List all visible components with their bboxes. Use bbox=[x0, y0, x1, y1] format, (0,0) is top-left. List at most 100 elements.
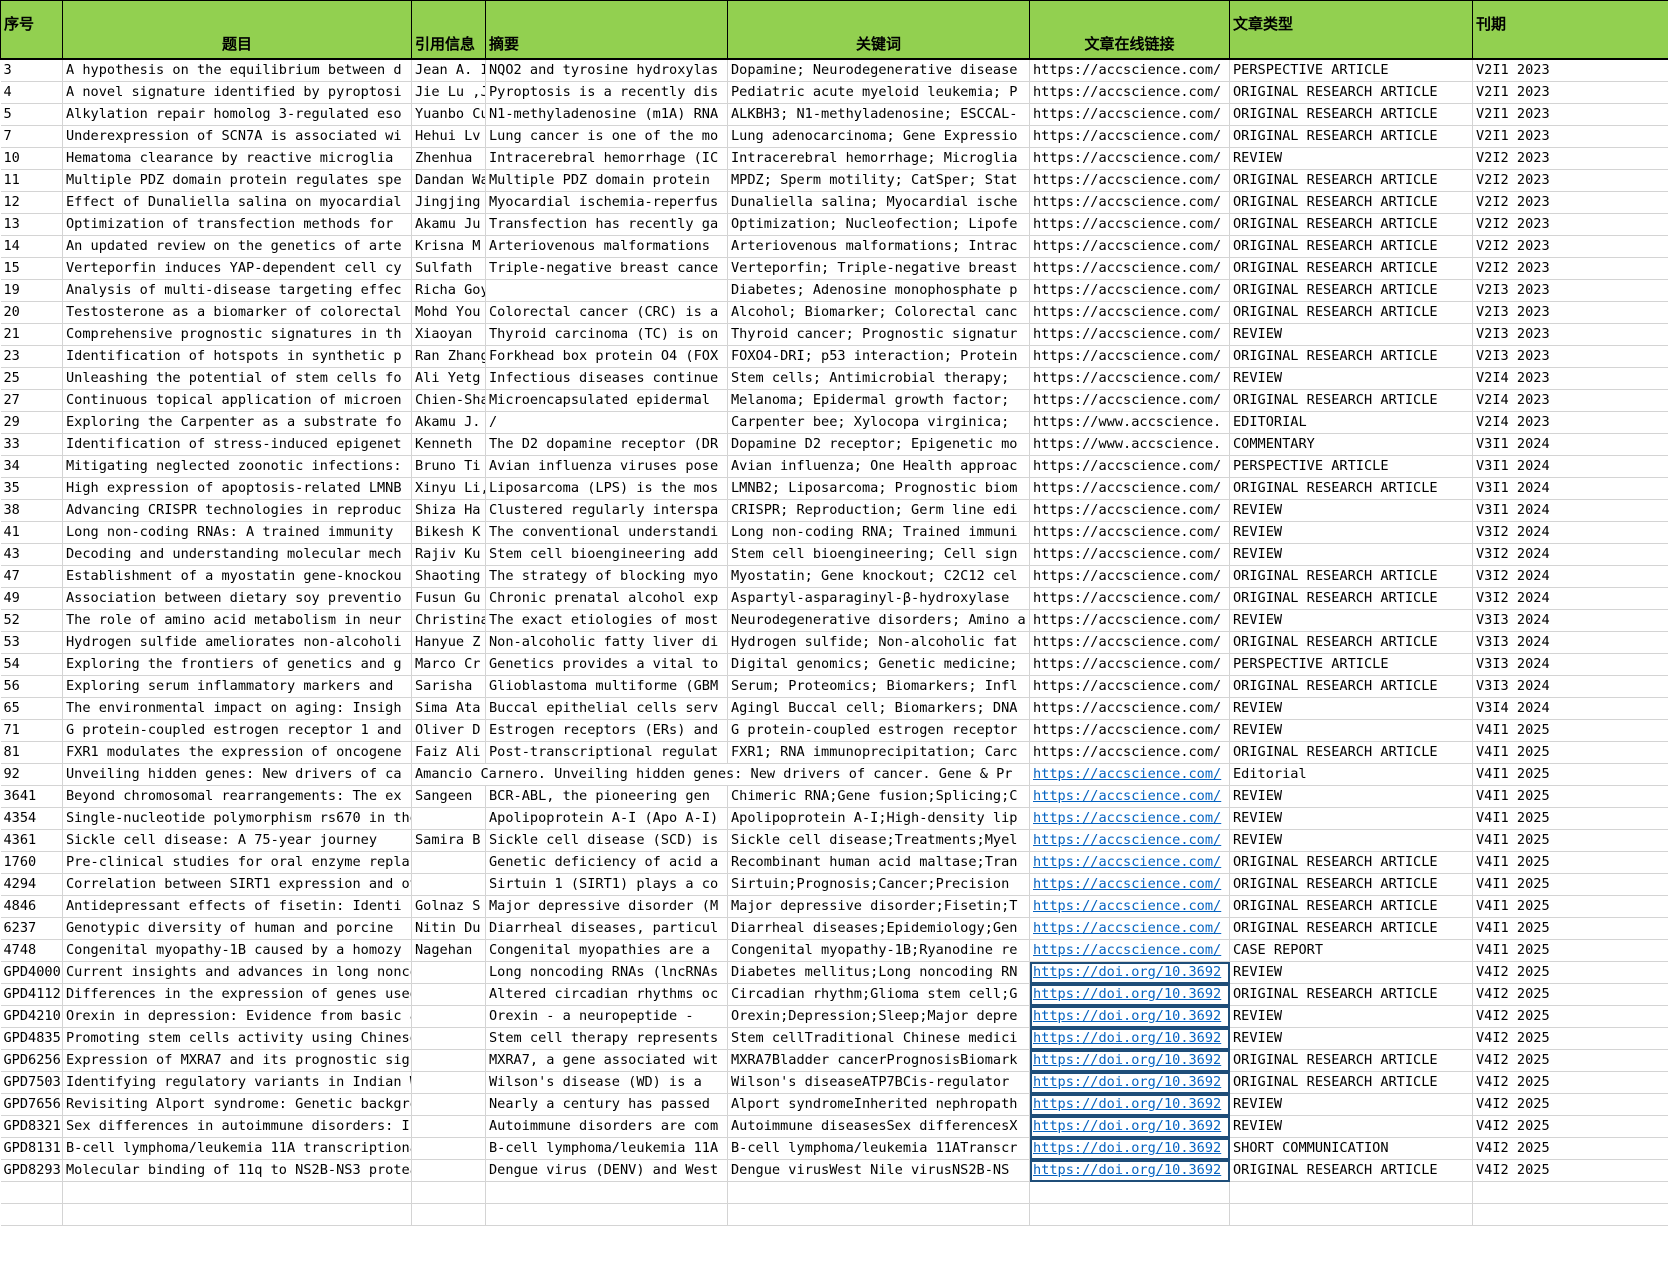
cell-link[interactable]: https://accscience.com/ bbox=[1029, 829, 1230, 852]
cell-type[interactable]: ORIGINAL RESEARCH ARTICLE bbox=[1229, 587, 1473, 610]
cell-index[interactable]: 41 bbox=[0, 521, 63, 544]
cell-abstract[interactable]: Forkhead box protein O4 (FOX bbox=[485, 345, 728, 368]
cell-citation[interactable]: Golnaz S bbox=[411, 895, 486, 918]
cell-index[interactable]: 4846 bbox=[0, 895, 63, 918]
cell-link[interactable]: https://accscience.com/ bbox=[1029, 169, 1230, 192]
cell-title[interactable]: Advancing CRISPR technologies in reprodu… bbox=[62, 499, 412, 522]
cell-issue[interactable]: V3I3 2024 bbox=[1472, 675, 1668, 698]
cell-keywords[interactable]: Neurodegenerative disorders; Amino a bbox=[727, 609, 1030, 632]
cell-issue[interactable]: V4I1 2025 bbox=[1472, 719, 1668, 742]
cell-index[interactable]: 14 bbox=[0, 235, 63, 258]
cell-title[interactable]: Optimization of transfection methods for bbox=[62, 213, 412, 236]
cell-title[interactable]: Underexpression of SCN7A is associated w… bbox=[62, 125, 412, 148]
cell-type[interactable]: ORIGINAL RESEARCH ARTICLE bbox=[1229, 1071, 1473, 1094]
header-cell-index[interactable]: 序号 bbox=[0, 0, 63, 60]
cell-citation[interactable] bbox=[411, 1137, 486, 1160]
cell-issue[interactable]: V4I1 2025 bbox=[1472, 829, 1668, 852]
cell-link[interactable]: https://doi.org/10.3692 bbox=[1029, 1049, 1230, 1072]
cell-type[interactable]: ORIGINAL RESEARCH ARTICLE bbox=[1229, 983, 1473, 1006]
cell-index[interactable]: 15 bbox=[0, 257, 63, 280]
cell-citation[interactable]: Ran Zhang bbox=[411, 345, 486, 368]
cell-title[interactable]: Expression of MXRA7 and its prognostic s… bbox=[62, 1049, 412, 1072]
cell-type[interactable]: REVIEW bbox=[1229, 1027, 1473, 1050]
cell-index[interactable]: 20 bbox=[0, 301, 63, 324]
cell-title[interactable]: Unleashing the potential of stem cells f… bbox=[62, 367, 412, 390]
empty-cell[interactable] bbox=[1029, 1181, 1230, 1204]
cell-type[interactable]: ORIGINAL RESEARCH ARTICLE bbox=[1229, 675, 1473, 698]
cell-citation[interactable]: Kenneth bbox=[411, 433, 486, 456]
cell-keywords[interactable]: Optimization; Nucleofection; Lipofe bbox=[727, 213, 1030, 236]
cell-keywords[interactable]: Aspartyl-asparaginyl-β-hydroxylase bbox=[727, 587, 1030, 610]
cell-link[interactable]: https://accscience.com/ bbox=[1029, 543, 1230, 566]
cell-index[interactable]: 13 bbox=[0, 213, 63, 236]
cell-citation[interactable]: Mohd You bbox=[411, 301, 486, 324]
cell-index[interactable]: 29 bbox=[0, 411, 63, 434]
cell-abstract[interactable]: Intracerebral hemorrhage (IC bbox=[485, 147, 728, 170]
cell-abstract[interactable]: Congenital myopathies are a bbox=[485, 939, 728, 962]
cell-keywords[interactable]: Stem cell bioengineering; Cell sign bbox=[727, 543, 1030, 566]
cell-type[interactable]: ORIGINAL RESEARCH ARTICLE bbox=[1229, 851, 1473, 874]
empty-cell[interactable] bbox=[0, 1203, 63, 1226]
cell-index[interactable]: GPD4112 bbox=[0, 983, 63, 1006]
cell-issue[interactable]: V4I1 2025 bbox=[1472, 807, 1668, 830]
cell-type[interactable]: ORIGINAL RESEARCH ARTICLE bbox=[1229, 741, 1473, 764]
cell-link[interactable]: https://doi.org/10.3692 bbox=[1029, 1137, 1230, 1160]
header-cell-keywords[interactable]: 关键词 bbox=[727, 0, 1030, 60]
cell-keywords[interactable]: Diabetes; Adenosine monophosphate p bbox=[727, 279, 1030, 302]
cell-link[interactable]: https://accscience.com/ bbox=[1029, 279, 1230, 302]
cell-abstract[interactable]: NQO2 and tyrosine hydroxylas bbox=[485, 59, 728, 82]
cell-type[interactable]: REVIEW bbox=[1229, 807, 1473, 830]
cell-keywords[interactable]: Intracerebral hemorrhage; Microglia bbox=[727, 147, 1030, 170]
cell-issue[interactable]: V4I1 2025 bbox=[1472, 939, 1668, 962]
cell-citation[interactable]: Faiz Ali bbox=[411, 741, 486, 764]
cell-link[interactable]: https://accscience.com/ bbox=[1029, 257, 1230, 280]
cell-type[interactable]: ORIGINAL RESEARCH ARTICLE bbox=[1229, 873, 1473, 896]
cell-link[interactable]: https://www.accscience. bbox=[1029, 411, 1230, 434]
empty-cell[interactable] bbox=[1029, 1203, 1230, 1226]
cell-issue[interactable]: V2I4 2023 bbox=[1472, 389, 1668, 412]
empty-cell[interactable] bbox=[411, 1181, 486, 1204]
cell-abstract[interactable]: Apolipoprotein A-I (Apo A-I) bbox=[485, 807, 728, 830]
cell-citation[interactable]: Xiaoyan bbox=[411, 323, 486, 346]
cell-index[interactable]: 49 bbox=[0, 587, 63, 610]
cell-title[interactable]: Alkylation repair homolog 3-regulated es… bbox=[62, 103, 412, 126]
cell-keywords[interactable]: Sickle cell disease;Treatments;Myel bbox=[727, 829, 1030, 852]
cell-issue[interactable]: V3I2 2024 bbox=[1472, 521, 1668, 544]
cell-citation[interactable] bbox=[411, 807, 486, 830]
cell-title[interactable]: Revisiting Alport syndrome: Genetic back… bbox=[62, 1093, 412, 1116]
cell-index[interactable]: 4361 bbox=[0, 829, 63, 852]
cell-type[interactable]: REVIEW bbox=[1229, 697, 1473, 720]
cell-type[interactable]: ORIGINAL RESEARCH ARTICLE bbox=[1229, 345, 1473, 368]
cell-index[interactable]: 35 bbox=[0, 477, 63, 500]
cell-issue[interactable]: V2I2 2023 bbox=[1472, 169, 1668, 192]
cell-title[interactable]: Decoding and understanding molecular mec… bbox=[62, 543, 412, 566]
cell-title[interactable]: Genotypic diversity of human and porcine bbox=[62, 917, 412, 940]
cell-abstract[interactable]: Sirtuin 1 (SIRT1) plays a co bbox=[485, 873, 728, 896]
cell-issue[interactable]: V4I2 2025 bbox=[1472, 1071, 1668, 1094]
cell-link[interactable]: https://accscience.com/ bbox=[1029, 323, 1230, 346]
cell-issue[interactable]: V3I4 2024 bbox=[1472, 697, 1668, 720]
cell-abstract[interactable]: Triple-negative breast cance bbox=[485, 257, 728, 280]
header-cell-issue[interactable]: 刊期 bbox=[1472, 0, 1668, 60]
cell-title[interactable]: Mitigating neglected zoonotic infections… bbox=[62, 455, 412, 478]
cell-index[interactable]: GPD7503 bbox=[0, 1071, 63, 1094]
cell-issue[interactable]: V2I4 2023 bbox=[1472, 367, 1668, 390]
cell-citation[interactable] bbox=[411, 1159, 486, 1182]
cell-index[interactable]: 27 bbox=[0, 389, 63, 412]
cell-citation[interactable]: Akamu J. bbox=[411, 411, 486, 434]
cell-citation[interactable]: Christina bbox=[411, 609, 486, 632]
cell-title[interactable]: Establishment of a myostatin gene-knocko… bbox=[62, 565, 412, 588]
cell-abstract[interactable]: Avian influenza viruses pose bbox=[485, 455, 728, 478]
cell-keywords[interactable]: Diarrheal diseases;Epidemiology;Gen bbox=[727, 917, 1030, 940]
cell-link[interactable]: https://accscience.com/ bbox=[1029, 785, 1230, 808]
cell-keywords[interactable]: Serum; Proteomics; Biomarkers; Infl bbox=[727, 675, 1030, 698]
cell-keywords[interactable]: Myostatin; Gene knockout; C2C12 cel bbox=[727, 565, 1030, 588]
cell-issue[interactable]: V2I1 2023 bbox=[1472, 81, 1668, 104]
cell-citation[interactable] bbox=[411, 873, 486, 896]
cell-abstract[interactable]: Autoimmune disorders are com bbox=[485, 1115, 728, 1138]
cell-index[interactable]: GPD8321 bbox=[0, 1115, 63, 1138]
cell-abstract[interactable]: Genetics provides a vital to bbox=[485, 653, 728, 676]
cell-abstract[interactable]: N1-methyladenosine (m1A) RNA bbox=[485, 103, 728, 126]
cell-title[interactable]: Association between dietary soy preventi… bbox=[62, 587, 412, 610]
cell-issue[interactable]: V4I2 2025 bbox=[1472, 1027, 1668, 1050]
